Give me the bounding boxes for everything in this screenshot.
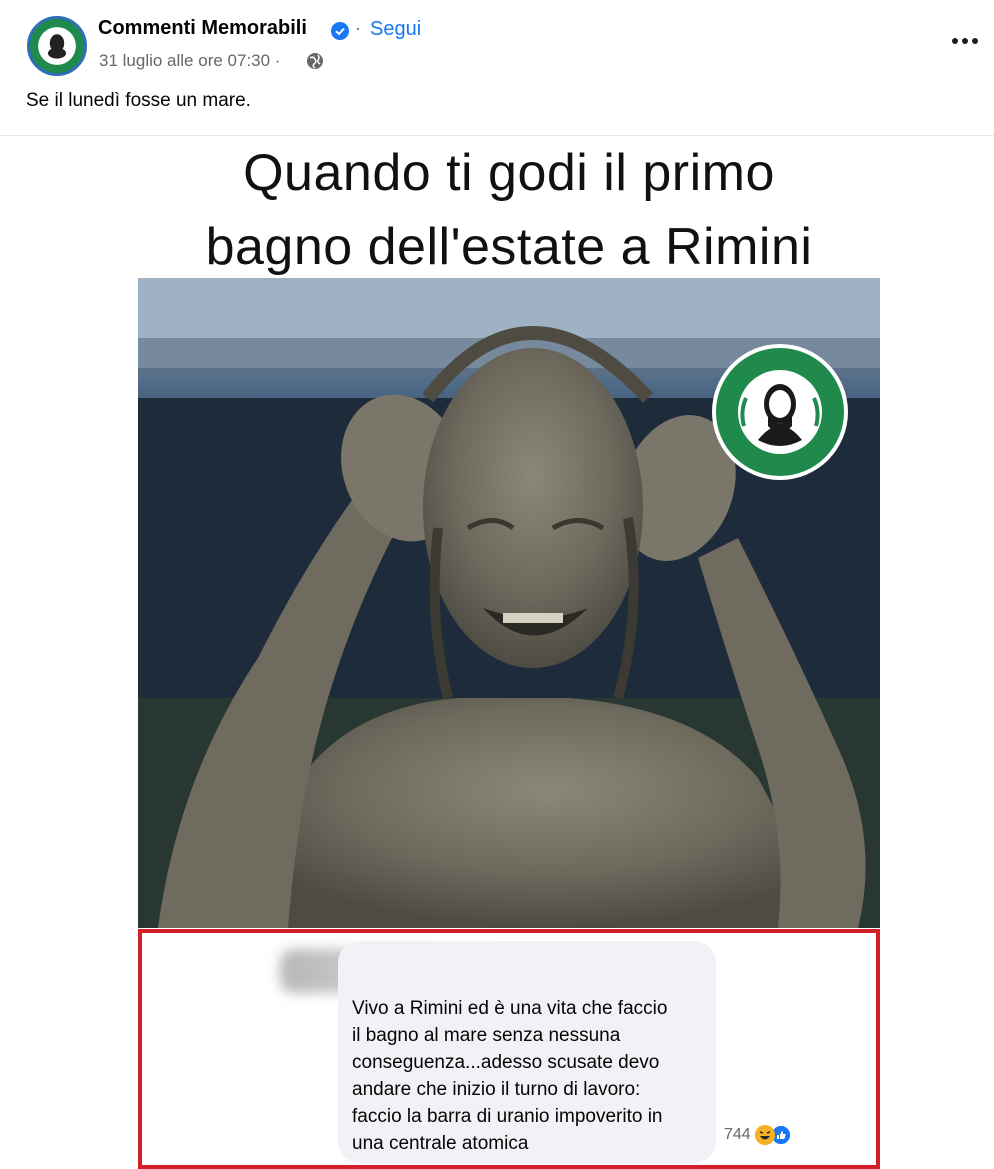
mud-photo xyxy=(138,278,880,928)
commenti-memorabili-logo xyxy=(710,342,850,482)
reaction-count: 744 xyxy=(724,1126,751,1143)
more-options-icon[interactable] xyxy=(950,30,980,50)
meme-title: Quando ti godi il primo bagno dell'estat… xyxy=(138,136,880,284)
haha-reaction-icon xyxy=(754,1125,775,1145)
meme-title-line-1: Quando ti godi il primo xyxy=(243,144,775,202)
comment-text: Vivo a Rimini ed è una vita che faccio i… xyxy=(352,998,668,1154)
comment-reactions[interactable]: 744 xyxy=(724,1123,792,1147)
separator-dot: · xyxy=(355,18,361,38)
follow-button[interactable]: Segui xyxy=(370,18,421,41)
post-header: Commenti Memorabili · Segui 31 luglio al… xyxy=(0,0,994,136)
verified-badge-icon xyxy=(331,22,349,40)
meme-title-line-2: bagno dell'estate a Rimini xyxy=(205,218,813,276)
page-avatar[interactable] xyxy=(27,16,87,76)
post-timestamp[interactable]: 31 luglio alle ore 07:30 · xyxy=(99,51,280,71)
globe-icon xyxy=(307,53,323,69)
post-caption: Se il lunedì fosse un mare. xyxy=(26,90,251,111)
page-name[interactable]: Commenti Memorabili xyxy=(98,17,307,40)
meme-image[interactable]: Quando ti godi il primo bagno dell'estat… xyxy=(138,136,880,1169)
highlighted-comment: Vivo a Rimini ed è una vita che faccio i… xyxy=(138,929,880,1169)
